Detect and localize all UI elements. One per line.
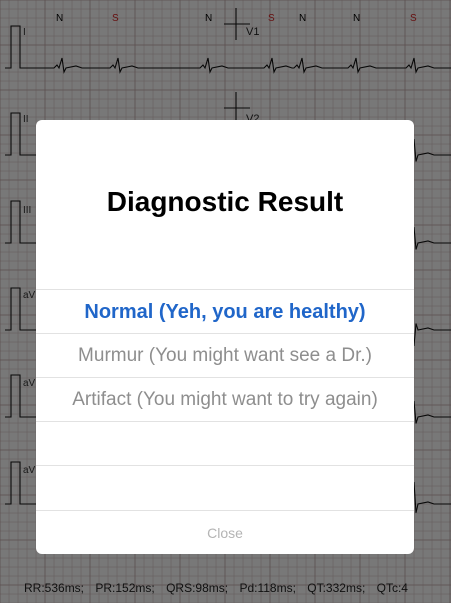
diagnostic-result-dialog: Diagnostic Result Normal (Yeh, you are h… [36,120,414,554]
option-artifact[interactable]: Artifact (You might want to try again) [36,377,414,421]
dialog-title: Diagnostic Result [106,186,344,217]
option-empty-1[interactable] [36,421,414,465]
option-empty-2[interactable] [36,465,414,509]
ecg-screen: N S N S N N S I II III aV aV aV V1 V2 RR… [0,0,451,603]
option-normal[interactable]: Normal (Yeh, you are healthy) [36,289,414,333]
close-button[interactable]: Close [36,510,414,554]
option-murmur[interactable]: Murmur (You might want see a Dr.) [36,333,414,377]
